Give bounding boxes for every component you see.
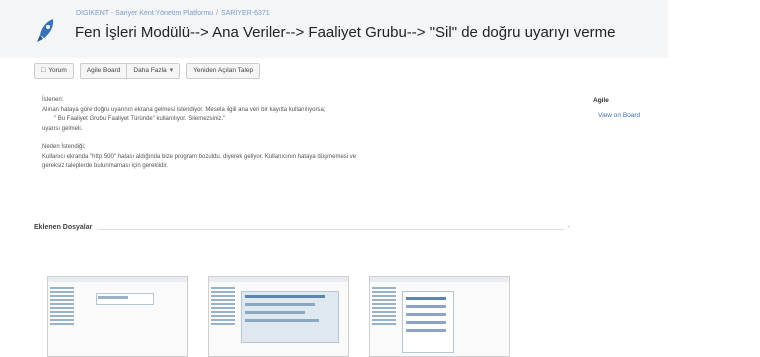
reopen-button[interactable]: Yeniden Açılan Talep xyxy=(186,63,261,79)
attachment-thumbnail[interactable] xyxy=(369,276,510,357)
issue-toolbar: □ Yorum Agile Board Daha Fazla ▾ Yeniden … xyxy=(34,63,261,79)
action-button-group: Agile Board Daha Fazla ▾ xyxy=(79,63,181,79)
agile-board-button[interactable]: Agile Board xyxy=(79,63,128,79)
attachment-thumbnail[interactable] xyxy=(208,276,349,357)
description-line: " Bu Faaliyet Grubu Faaliyet Türünde" ku… xyxy=(54,116,226,122)
breadcrumb-issue-link[interactable]: SARIYER-6371 xyxy=(221,10,270,17)
comment-icon: □ xyxy=(41,67,46,74)
issue-description: İstenen: Alınan hataya göre doğru uyarın… xyxy=(42,96,562,172)
attachment-thumbnail[interactable] xyxy=(47,276,188,357)
description-line: gereksiz taleplerde bulunmaması için ger… xyxy=(42,163,169,169)
attachments-heading: Eklenen Dosyalar xyxy=(34,224,99,231)
reopen-button-label: Yeniden Açılan Talep xyxy=(193,67,254,74)
comment-button[interactable]: □ Yorum xyxy=(34,63,74,79)
description-line: Alınan hataya göre doğru uyarının ekrana… xyxy=(42,106,326,113)
collapse-toggle[interactable]: - xyxy=(568,224,570,231)
description-line: uyarısı gelmeli. xyxy=(42,125,83,132)
agile-board-label: Agile Board xyxy=(86,67,121,74)
chevron-down-icon: ▾ xyxy=(169,67,174,74)
agile-panel-title: Agile xyxy=(593,97,609,104)
description-line: Neden İstendiği; xyxy=(42,144,86,150)
description-line: İstenen: xyxy=(42,97,64,103)
view-on-board-link[interactable]: View on Board xyxy=(598,112,640,119)
issue-header: DIGIKENT - Sariyer Kent Yönetim Platform… xyxy=(0,0,668,58)
comment-button-label: Yorum xyxy=(48,67,67,74)
more-button-label: Daha Fazla xyxy=(133,67,167,74)
rocket-logo-icon xyxy=(37,19,54,42)
breadcrumb: DIGIKENT - Sariyer Kent Yönetim Platform… xyxy=(76,10,270,17)
section-divider xyxy=(34,229,564,230)
breadcrumb-separator: / xyxy=(216,10,219,17)
description-line: Kullanıcı ekranda "http 500" hatası aldı… xyxy=(42,153,357,160)
more-button[interactable]: Daha Fazla ▾ xyxy=(127,63,181,79)
issue-title: Fen İşleri Modülü--> Ana Veriler--> Faal… xyxy=(75,24,616,41)
breadcrumb-project-link[interactable]: DIGIKENT - Sariyer Kent Yönetim Platform… xyxy=(76,10,213,17)
right-gutter xyxy=(668,0,760,357)
attachments-header[interactable]: Eklenen Dosyalar - xyxy=(34,224,570,236)
